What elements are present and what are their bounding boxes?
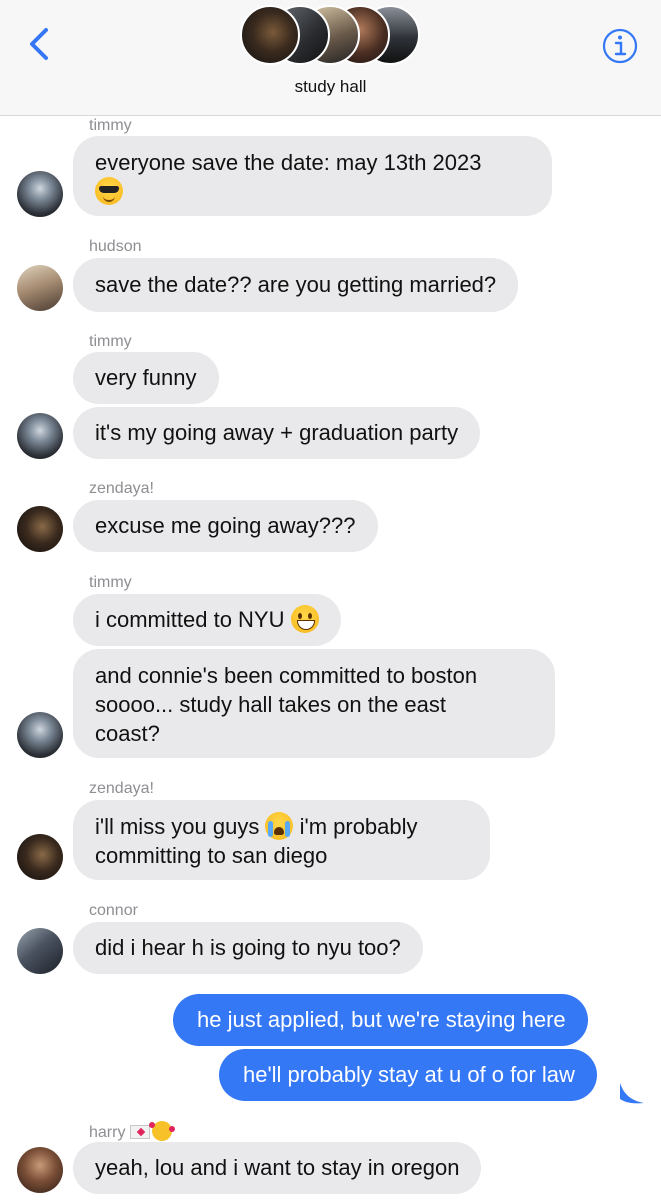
sender-name: timmy (89, 117, 132, 134)
group-avatars[interactable] (240, 5, 422, 65)
love-letter-icon (129, 1125, 150, 1139)
message-bubble[interactable]: i'll miss you guys i'm probably committi… (73, 800, 490, 880)
sender-name: zendaya! (89, 780, 154, 797)
message-text: he'll probably stay at u of o for law (243, 1062, 575, 1087)
group-name[interactable]: study hall (0, 77, 661, 97)
avatar[interactable] (17, 1147, 63, 1193)
smiling-face-with-hearts-icon (148, 1121, 172, 1141)
message-text: did i hear h is going to nyu too? (95, 935, 401, 960)
message-bubble[interactable]: everyone save the date: may 13th 2023 (73, 136, 552, 216)
avatar[interactable] (17, 712, 63, 758)
message-bubble[interactable]: very funny (73, 352, 219, 404)
info-button[interactable] (600, 26, 640, 66)
message-text: soooo... study hall takes on the east (95, 692, 447, 717)
message-text: excuse me going away??? (95, 513, 356, 538)
chevron-left-icon (30, 28, 48, 60)
message-text: committing to san diego (95, 843, 328, 868)
message-text: very funny (95, 365, 197, 390)
bubble-tail (620, 1083, 644, 1104)
avatar[interactable] (17, 834, 63, 880)
smiling-face-with-sunglasses-icon (95, 177, 123, 205)
message-bubble[interactable]: and connie's been committed to boston so… (73, 649, 555, 758)
message-text: it's my going away + graduation party (95, 420, 459, 445)
sender-name: zendaya! (89, 480, 154, 497)
message-text: yeah, lou and i want to stay in oregon (95, 1155, 460, 1180)
avatar[interactable] (17, 413, 63, 459)
message-text: i'll miss you guys (95, 814, 260, 839)
sender-name: connor (89, 902, 138, 919)
sender-name: timmy (89, 574, 132, 591)
grinning-face-icon (290, 605, 319, 633)
message-text: he just applied, but we're staying here (197, 1007, 566, 1032)
avatar[interactable] (17, 506, 63, 552)
loudly-crying-face-icon (265, 812, 294, 840)
group-avatar (240, 5, 300, 65)
message-text: i committed to NYU (95, 607, 285, 632)
message-text: everyone save the date: may 13th 2023 (95, 150, 482, 175)
message-text: coast? (95, 721, 160, 746)
sender-name: timmy (89, 333, 132, 350)
sender-name: harry (89, 1121, 172, 1142)
back-button[interactable] (22, 24, 58, 64)
message-bubble[interactable]: did i hear h is going to nyu too? (73, 922, 423, 974)
avatar[interactable] (17, 171, 63, 217)
message-bubble[interactable]: excuse me going away??? (73, 500, 378, 552)
message-text: save the date?? are you getting married? (95, 272, 497, 297)
message-bubble[interactable]: yeah, lou and i want to stay in oregon (73, 1142, 482, 1194)
outgoing-message-bubble[interactable]: he'll probably stay at u of o for law (219, 1049, 597, 1101)
message-bubble[interactable]: it's my going away + graduation party (73, 407, 481, 459)
avatar[interactable] (17, 928, 63, 974)
info-icon (602, 28, 638, 64)
avatar[interactable] (17, 265, 63, 311)
message-text: and connie's been committed to boston (95, 663, 478, 688)
message-bubble[interactable]: save the date?? are you getting married? (73, 258, 519, 312)
conversation-header: study hall (0, 0, 661, 116)
outgoing-message-bubble[interactable]: he just applied, but we're staying here (173, 994, 588, 1046)
sender-name: hudson (89, 238, 142, 255)
message-text: i'm probably (299, 814, 418, 839)
message-bubble[interactable]: i committed to NYU (73, 594, 341, 646)
